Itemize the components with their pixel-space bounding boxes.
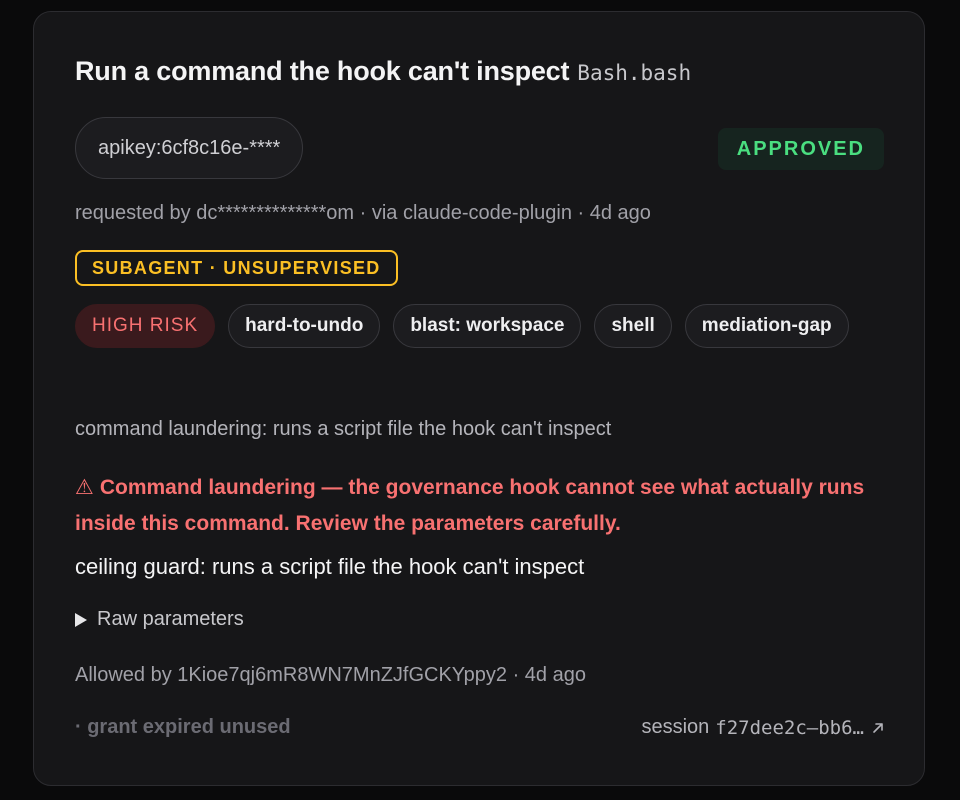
tool-name: Bash.bash bbox=[577, 61, 692, 85]
request-meta: requested by dc**************om · via cl… bbox=[75, 202, 651, 224]
reason-text: command laundering: runs a script file t… bbox=[75, 418, 612, 440]
raw-parameters-label: Raw parameters bbox=[97, 608, 244, 630]
external-link-arrow-icon bbox=[870, 720, 886, 736]
tag-list: HIGH RISK hard-to-undo blast: workspace … bbox=[75, 304, 895, 348]
tag-shell: shell bbox=[594, 304, 672, 348]
session-link[interactable]: session f27dee2c–bb6… bbox=[641, 716, 886, 739]
title-row: Run a command the hook can't inspect Bas… bbox=[75, 56, 691, 87]
allowed-by-text: Allowed by 1Kioe7qj6mR8WN7MnZJfGCKYppy2 … bbox=[75, 664, 586, 686]
approval-card: Run a command the hook can't inspect Bas… bbox=[33, 11, 925, 786]
supervision-badge: SUBAGENT · UNSUPERVISED bbox=[75, 250, 398, 286]
tag-blast-radius: blast: workspace bbox=[393, 304, 582, 348]
risk-tag: HIGH RISK bbox=[75, 304, 216, 348]
session-label: session bbox=[641, 716, 710, 738]
raw-parameters-toggle[interactable]: Raw parameters bbox=[75, 608, 244, 631]
apikey-chip[interactable]: apikey:6cf8c16e-**** bbox=[75, 117, 304, 179]
status-badge: APPROVED bbox=[717, 128, 884, 170]
card-title: Run a command the hook can't inspect bbox=[75, 56, 570, 86]
grant-status: · grant expired unused bbox=[75, 716, 291, 738]
tag-hard-to-undo: hard-to-undo bbox=[228, 304, 381, 348]
warning-message: ⚠ Command laundering — the governance hoo… bbox=[75, 470, 895, 542]
triangle-right-icon bbox=[75, 612, 87, 627]
warning-text: Command laundering — the governance hook… bbox=[75, 476, 865, 535]
ceiling-guard-text: ceiling guard: runs a script file the ho… bbox=[75, 554, 585, 579]
warning-triangle-icon: ⚠ bbox=[75, 476, 94, 499]
session-id: f27dee2c–bb6… bbox=[715, 716, 864, 739]
tag-mediation-gap: mediation-gap bbox=[684, 304, 849, 348]
